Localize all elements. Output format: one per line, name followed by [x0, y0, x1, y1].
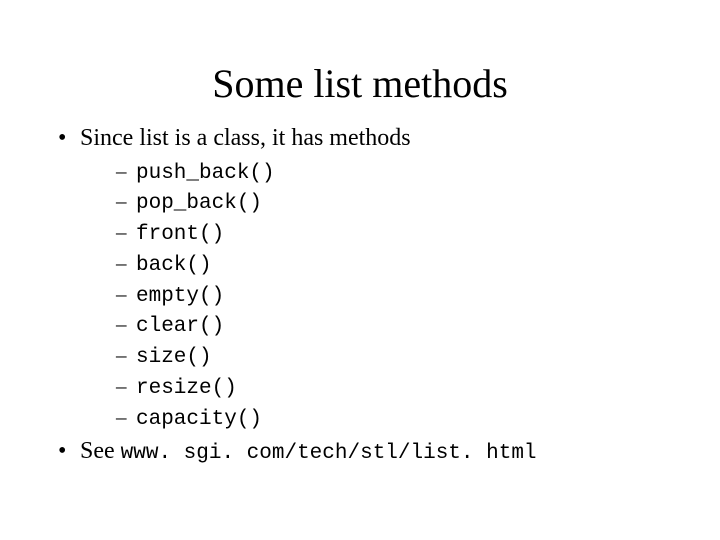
bullet-intro: Since list is a class, it has methods pu… [58, 125, 680, 432]
method-name: capacity() [136, 408, 262, 431]
method-item: capacity() [116, 405, 680, 433]
method-item: resize() [116, 374, 680, 402]
method-item: clear() [116, 312, 680, 340]
method-name: size() [136, 346, 212, 369]
method-name: front() [136, 223, 224, 246]
method-name: back() [136, 254, 212, 277]
see-prefix: See [80, 438, 121, 464]
method-list: push_back() pop_back() front() back() em… [80, 159, 680, 433]
method-name: empty() [136, 285, 224, 308]
bullet-see: See www. sgi. com/tech/stl/list. html [58, 438, 680, 466]
slide: Some list methods Since list is a class,… [0, 0, 720, 540]
method-name: resize() [136, 377, 237, 400]
slide-title: Some list methods [40, 60, 680, 107]
method-item: size() [116, 343, 680, 371]
see-url: www. sgi. com/tech/stl/list. html [121, 442, 537, 465]
method-name: pop_back() [136, 192, 262, 215]
method-item: front() [116, 220, 680, 248]
bullet-list: Since list is a class, it has methods pu… [40, 125, 680, 467]
method-item: back() [116, 251, 680, 279]
bullet-intro-text: Since list is a class, it has methods [80, 125, 411, 151]
method-name: push_back() [136, 162, 275, 185]
method-item: empty() [116, 282, 680, 310]
method-item: pop_back() [116, 189, 680, 217]
method-name: clear() [136, 315, 224, 338]
method-item: push_back() [116, 159, 680, 187]
